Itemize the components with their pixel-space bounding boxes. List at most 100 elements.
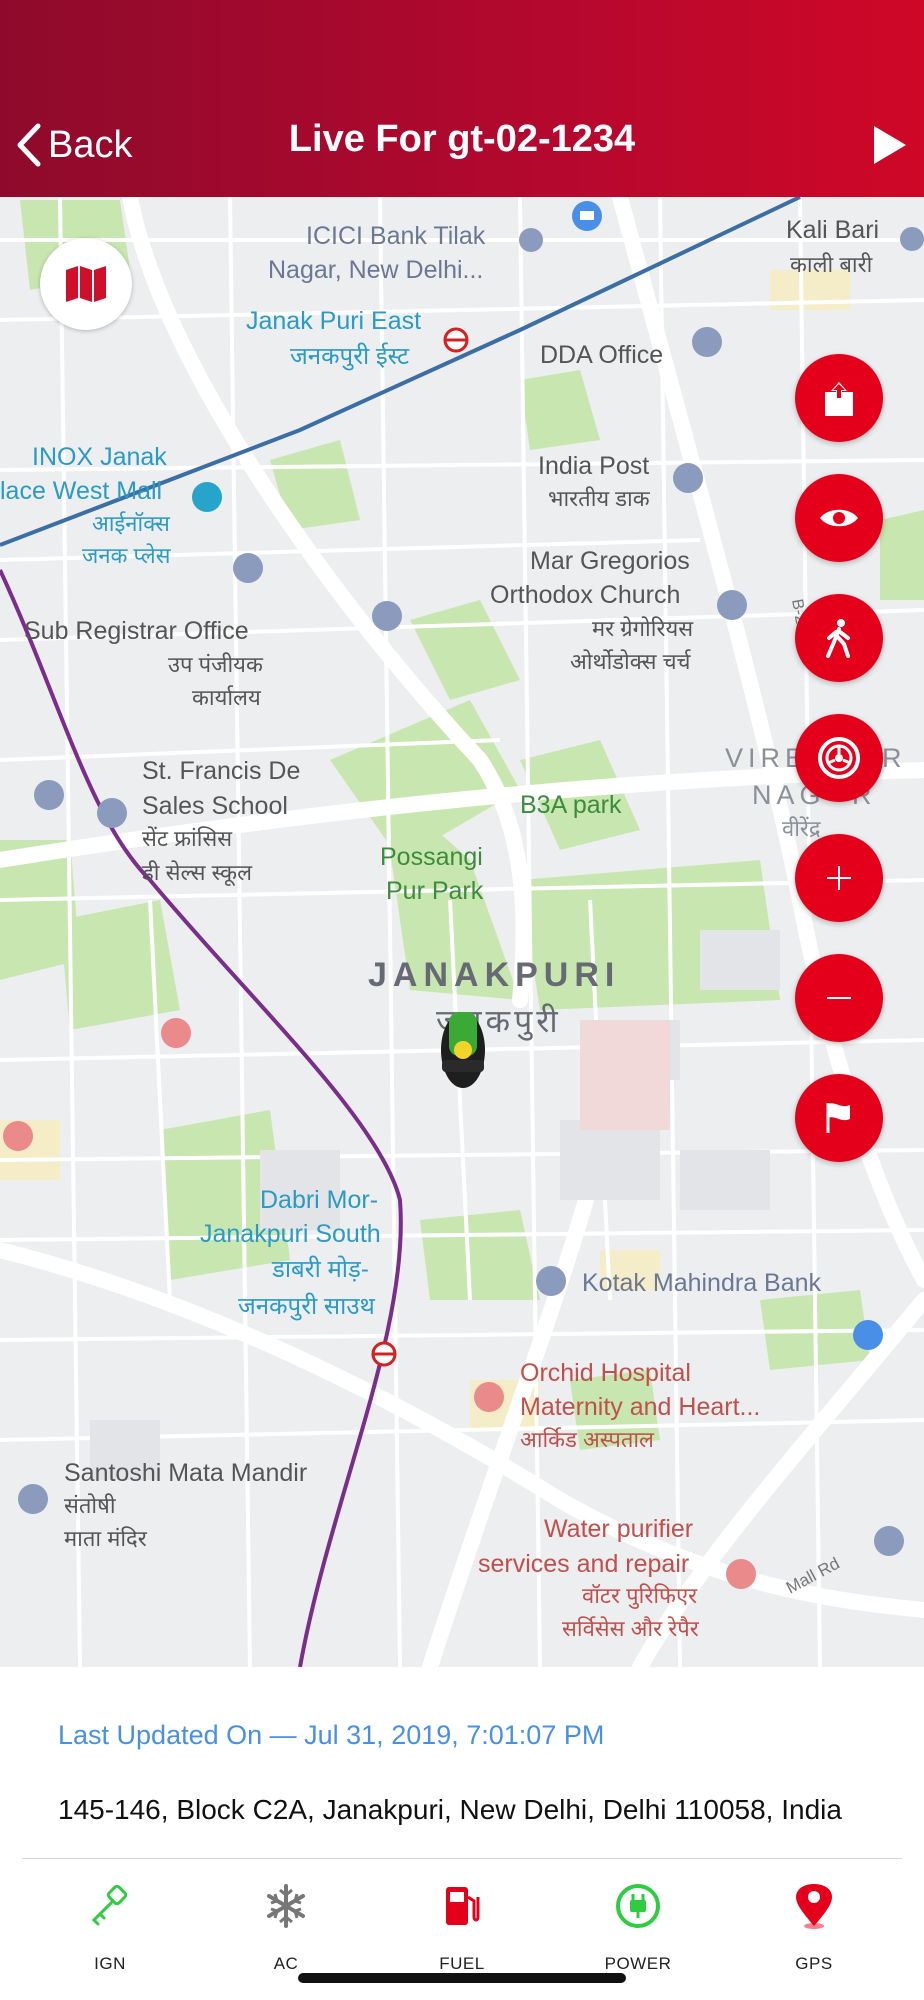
- status-gps[interactable]: GPS: [744, 1860, 884, 1974]
- fuel-pump-icon: [446, 1887, 480, 1925]
- steering-button[interactable]: [795, 714, 883, 802]
- hospital-icon-4: [726, 1559, 756, 1589]
- label-icici-2: Nagar, New Delhi...: [268, 256, 483, 284]
- ignition-key-icon: [91, 1884, 128, 1926]
- label-kotak: Kotak Mahindra Bank: [582, 1269, 822, 1297]
- header-bar: Back Live For gt-02-1234: [0, 0, 924, 197]
- label-mar-hi-2: ओर्थोडोक्स चर्च: [570, 649, 692, 674]
- status-power[interactable]: POWER: [568, 1860, 708, 1974]
- hospital-icon: [161, 1018, 191, 1048]
- label-subreg-hi-2: कार्यालय: [192, 685, 262, 710]
- label-janak-east-hi: जनकपुरी ईस्ट: [290, 342, 410, 371]
- status-fuel-label: FUEL: [439, 1954, 485, 1973]
- shopping-icon-2: [853, 1320, 883, 1350]
- zoom-out-button[interactable]: [795, 954, 883, 1042]
- mail-icon: [673, 463, 703, 493]
- label-possangi: Possangi: [380, 843, 483, 871]
- walk-button[interactable]: [795, 594, 883, 682]
- gov-building-icon: [692, 327, 722, 357]
- label-indiapost: India Post: [538, 452, 649, 480]
- label-inox-2: lace West Mall: [0, 477, 162, 505]
- snowflake-icon: [267, 1884, 305, 1928]
- status-ign[interactable]: IGN: [40, 1860, 180, 1974]
- label-orchid-hi: आर्किड अस्पताल: [520, 1427, 655, 1452]
- label-water: Water purifier: [544, 1515, 693, 1543]
- metro-station-icon: [443, 327, 469, 353]
- share-icon: [825, 382, 853, 416]
- label-dabri-hi: डाबरी मोड़-: [271, 1255, 369, 1283]
- metro-magenta-line: [0, 569, 403, 1667]
- label-stfrancis: St. Francis De: [142, 757, 300, 785]
- status-ac[interactable]: AC: [216, 1860, 356, 1974]
- label-vire-r: R: [882, 743, 902, 773]
- status-fuel[interactable]: FUEL: [392, 1860, 532, 1974]
- status-ign-label: IGN: [94, 1954, 126, 1973]
- label-orchid: Orchid Hospital: [520, 1359, 691, 1387]
- home-indicator: [298, 1973, 626, 1983]
- label-mar-hi: मर ग्रेगोरियस: [592, 616, 694, 641]
- label-icici: ICICI Bank Tilak: [306, 222, 486, 250]
- label-dabri: Dabri Mor-: [260, 1186, 378, 1214]
- flag-icon: [826, 1103, 850, 1133]
- gps-pin-icon: [796, 1884, 832, 1929]
- label-stfrancis-hi-2: डी सेल्स स्कूल: [141, 860, 253, 887]
- hospital-icon-3: [474, 1382, 504, 1412]
- label-kali: Kali Bari: [786, 216, 879, 244]
- hospital-block: [580, 1020, 670, 1130]
- label-inox-hi: आईनॉक्स: [92, 511, 171, 536]
- label-orchid-2: Maternity and Heart...: [520, 1393, 760, 1421]
- zoom-out-icon: [827, 997, 851, 999]
- status-gps-label: GPS: [795, 1954, 833, 1973]
- mall-icon: [192, 482, 222, 512]
- label-stfrancis-2: Sales School: [142, 792, 288, 820]
- eye-icon: [820, 509, 858, 527]
- play-icon[interactable]: [872, 124, 908, 166]
- gov-building-icon-2: [233, 553, 263, 583]
- label-vire-hi: वीरेंद्र: [782, 816, 821, 841]
- divider: [22, 1858, 902, 1859]
- label-santoshi: Santoshi Mata Mandir: [64, 1459, 307, 1487]
- pin-icon: [874, 1526, 904, 1556]
- label-mar-2: Orthodox Church: [490, 581, 680, 609]
- shopping-icon: [572, 201, 602, 231]
- school-icon-2: [97, 798, 127, 828]
- label-mar: Mar Gregorios: [530, 547, 690, 575]
- office-pin-icon: [372, 601, 402, 631]
- label-santoshi-hi-2: माता मंदिर: [64, 1526, 148, 1551]
- label-dabri-2: Janakpuri South: [200, 1220, 381, 1248]
- label-inox: INOX Janak: [32, 443, 167, 471]
- label-santoshi-hi: संतोषी: [64, 1493, 116, 1518]
- status-ac-label: AC: [273, 1954, 299, 1973]
- status-power-label: POWER: [604, 1954, 672, 1973]
- label-water-hi: वॉटर पुरिफिएर: [582, 1583, 698, 1609]
- address-text: 145-146, Block C2A, Janakpuri, New Delhi…: [58, 1794, 842, 1825]
- church-icon: [717, 590, 747, 620]
- share-button[interactable]: [795, 354, 883, 442]
- power-plug-icon: [616, 1884, 660, 1928]
- school-icon: [34, 780, 64, 810]
- map-type-icon: [66, 266, 106, 302]
- label-janak-east: Janak Puri East: [246, 307, 421, 335]
- label-dda: DDA Office: [540, 341, 663, 369]
- label-subreg: Sub Registrar Office: [24, 617, 249, 645]
- label-subreg-hi: उप पंजीयक: [168, 652, 264, 677]
- label-janakpuri: JANAKPURI: [368, 956, 620, 994]
- metro-station-icon-2: [371, 1341, 397, 1367]
- map-type-button[interactable]: [40, 238, 132, 330]
- vehicle-status-bar: IGN AC FUEL POWER GPS: [0, 1860, 924, 1980]
- label-stfrancis-hi: सेंट फ्रांसिस: [142, 826, 233, 851]
- steering-wheel-icon: [818, 737, 860, 779]
- zoom-in-button[interactable]: [795, 834, 883, 922]
- bank-icon: [519, 228, 543, 252]
- map-view[interactable]: ICICI Bank Tilak Nagar, New Delhi... Kal…: [0, 197, 924, 1667]
- vehicle-marker-icon[interactable]: [441, 1012, 485, 1088]
- walk-icon: [826, 619, 850, 658]
- label-water-2: services and repair: [478, 1550, 689, 1578]
- watch-button[interactable]: [795, 474, 883, 562]
- zoom-in-icon: [827, 866, 851, 890]
- hospital-icon-2: [3, 1121, 33, 1151]
- label-possangi-2: Pur Park: [386, 877, 484, 905]
- label-b3a: B3A park: [520, 791, 622, 819]
- label-dabri-hi-2: जनकपुरी साउथ: [238, 1292, 375, 1321]
- flag-button[interactable]: [795, 1074, 883, 1162]
